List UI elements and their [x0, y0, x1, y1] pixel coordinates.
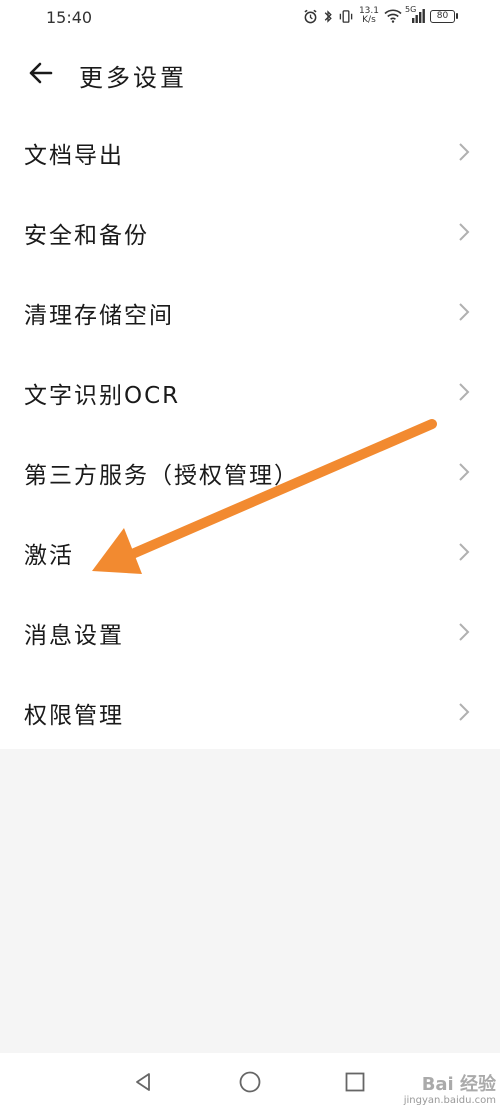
battery-level: 80: [430, 9, 455, 23]
status-bar: 15:40 13.1 K/s 5G 80: [0, 0, 500, 36]
settings-item-label: 文档导出: [24, 143, 124, 169]
nav-back-icon[interactable]: [128, 1067, 158, 1097]
vibrate-icon: [338, 9, 354, 24]
settings-item-label: 安全和备份: [24, 223, 149, 249]
watermark-main: Bai 经验: [421, 1074, 496, 1095]
settings-item-label: 第三方服务（授权管理）: [24, 463, 299, 489]
battery-indicator: 80: [430, 9, 458, 23]
watermark: Bai 经验 jingyan.baidu.com: [404, 1075, 496, 1107]
header: 更多设置: [0, 50, 500, 98]
back-arrow-icon[interactable]: [26, 58, 56, 88]
status-icons: 13.1 K/s 5G 80: [303, 5, 458, 25]
chevron-right-icon: [459, 623, 470, 641]
system-nav-bar: Bai 经验 jingyan.baidu.com: [0, 1053, 500, 1111]
wifi-icon: [384, 9, 402, 23]
settings-item-label: 权限管理: [24, 703, 124, 729]
alarm-icon: [303, 9, 318, 24]
settings-list: 文档导出 安全和备份 清理存储空间 文字识别OCR 第三方服务（授权管理） 激活: [0, 112, 500, 752]
settings-item-label: 清理存储空间: [24, 303, 174, 329]
nav-home-icon[interactable]: [235, 1067, 265, 1097]
settings-item-permissions[interactable]: 权限管理: [0, 672, 500, 752]
settings-item-clear-storage[interactable]: 清理存储空间: [0, 272, 500, 352]
settings-item-label: 文字识别OCR: [24, 383, 181, 409]
status-time: 15:40: [46, 8, 93, 27]
settings-item-ocr[interactable]: 文字识别OCR: [0, 352, 500, 432]
settings-item-label: 激活: [24, 543, 74, 569]
settings-item-label: 消息设置: [24, 623, 124, 649]
net-speed-unit: K/s: [362, 15, 376, 25]
net-speed: 13.1 K/s: [359, 7, 379, 25]
network-type: 5G: [405, 5, 417, 14]
settings-panel: 15:40 13.1 K/s 5G 80 更多设置 文档导出 安全和备份 清理存…: [0, 0, 500, 749]
settings-item-security-backup[interactable]: 安全和备份: [0, 192, 500, 272]
chevron-right-icon: [459, 303, 470, 321]
settings-item-document-export[interactable]: 文档导出: [0, 112, 500, 192]
chevron-right-icon: [459, 143, 470, 161]
chevron-right-icon: [459, 463, 470, 481]
nav-recents-icon[interactable]: [340, 1067, 370, 1097]
chevron-right-icon: [459, 223, 470, 241]
page-title: 更多设置: [79, 64, 187, 92]
settings-item-message[interactable]: 消息设置: [0, 592, 500, 672]
chevron-right-icon: [459, 383, 470, 401]
watermark-url: jingyan.baidu.com: [403, 1095, 496, 1106]
chevron-right-icon: [459, 543, 470, 561]
settings-item-third-party[interactable]: 第三方服务（授权管理）: [0, 432, 500, 512]
chevron-right-icon: [459, 703, 470, 721]
bluetooth-icon: [323, 9, 333, 24]
screen: 15:40 13.1 K/s 5G 80 更多设置 文档导出 安全和备份 清理存…: [0, 0, 500, 1111]
signal-icon: 5G: [405, 5, 425, 23]
settings-item-activate[interactable]: 激活: [0, 512, 500, 592]
